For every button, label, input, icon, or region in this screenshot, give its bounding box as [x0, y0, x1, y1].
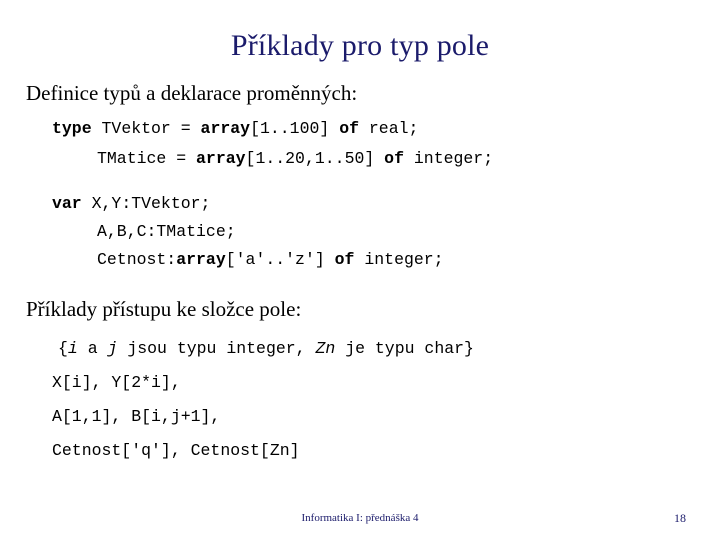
- page-number: 18: [674, 511, 686, 525]
- code-block-spacer: [0, 174, 720, 190]
- keyword-type: type: [52, 119, 102, 138]
- keyword-of: of: [339, 119, 359, 138]
- code-token: X,Y:TVektor;: [91, 194, 211, 213]
- code-line-var-cetnost: Cetnost:array['a'..'z'] of integer;: [0, 246, 720, 274]
- code-line-expr-cetnost: Cetnost['q'], Cetnost[Zn]: [52, 441, 300, 460]
- code-token: Cetnost:: [97, 250, 177, 269]
- code-token: je typu char}: [335, 339, 474, 358]
- code-token: integer;: [403, 149, 494, 168]
- keyword-var: var: [52, 194, 92, 213]
- code-line-var-xy: var X,Y:TVektor;: [0, 190, 720, 218]
- code-line-tvektor: type TVektor = array[1..100] of real;: [0, 114, 720, 144]
- identifier-zn: Zn: [315, 339, 336, 358]
- keyword-array: array: [200, 119, 251, 138]
- code-token: TVektor =: [101, 119, 201, 138]
- keyword-of: of: [334, 250, 355, 269]
- expression-examples-block: {i a j jsou typu integer, Zn je typu cha…: [0, 332, 720, 468]
- code-token: A,B,C:TMatice;: [97, 222, 236, 241]
- code-line-expr-x-y: X[i], Y[2*i],: [52, 373, 181, 392]
- section-one-heading: Definice typů a deklarace proměnných:: [26, 81, 358, 105]
- code-token: real;: [359, 119, 419, 138]
- keyword-array: array: [196, 149, 246, 168]
- code-token: integer;: [354, 250, 444, 269]
- slide-body: Definice typů a deklarace proměnných: ty…: [0, 80, 720, 468]
- code-token: a: [77, 339, 108, 358]
- code-line-expr-a-b: A[1,1], B[i,j+1],: [52, 407, 221, 426]
- slide-canvas: Příklady pro typ pole Definice typů a de…: [0, 0, 720, 540]
- code-line-var-abc: A,B,C:TMatice;: [0, 218, 720, 246]
- code-token: jsou typu integer,: [117, 339, 316, 358]
- identifier-j: j: [107, 339, 118, 358]
- code-token: [1..100]: [250, 119, 340, 138]
- identifier-i: i: [67, 339, 78, 358]
- footer-text: Informatika I: přednáška 4: [301, 512, 419, 524]
- code-line-tmatice: TMatice = array[1..20,1..50] of integer;: [0, 144, 720, 174]
- keyword-of: of: [384, 149, 404, 168]
- slide-footer: Informatika I: přednáška 4 18: [0, 510, 720, 532]
- code-token: [1..20,1..50]: [245, 149, 385, 168]
- keyword-array: array: [176, 250, 226, 269]
- code-token: TMatice =: [97, 149, 197, 168]
- section-two-heading: Příklady přístupu ke složce pole:: [26, 297, 302, 321]
- page-title: Příklady pro typ pole: [230, 29, 490, 62]
- code-token: {: [58, 339, 68, 358]
- code-token: ['a'..'z']: [225, 250, 335, 269]
- type-declaration-code-block: type TVektor = array[1..100] of real; TM…: [0, 114, 720, 274]
- code-line-comment: {i a j jsou typu integer, Zn je typu cha…: [0, 332, 720, 366]
